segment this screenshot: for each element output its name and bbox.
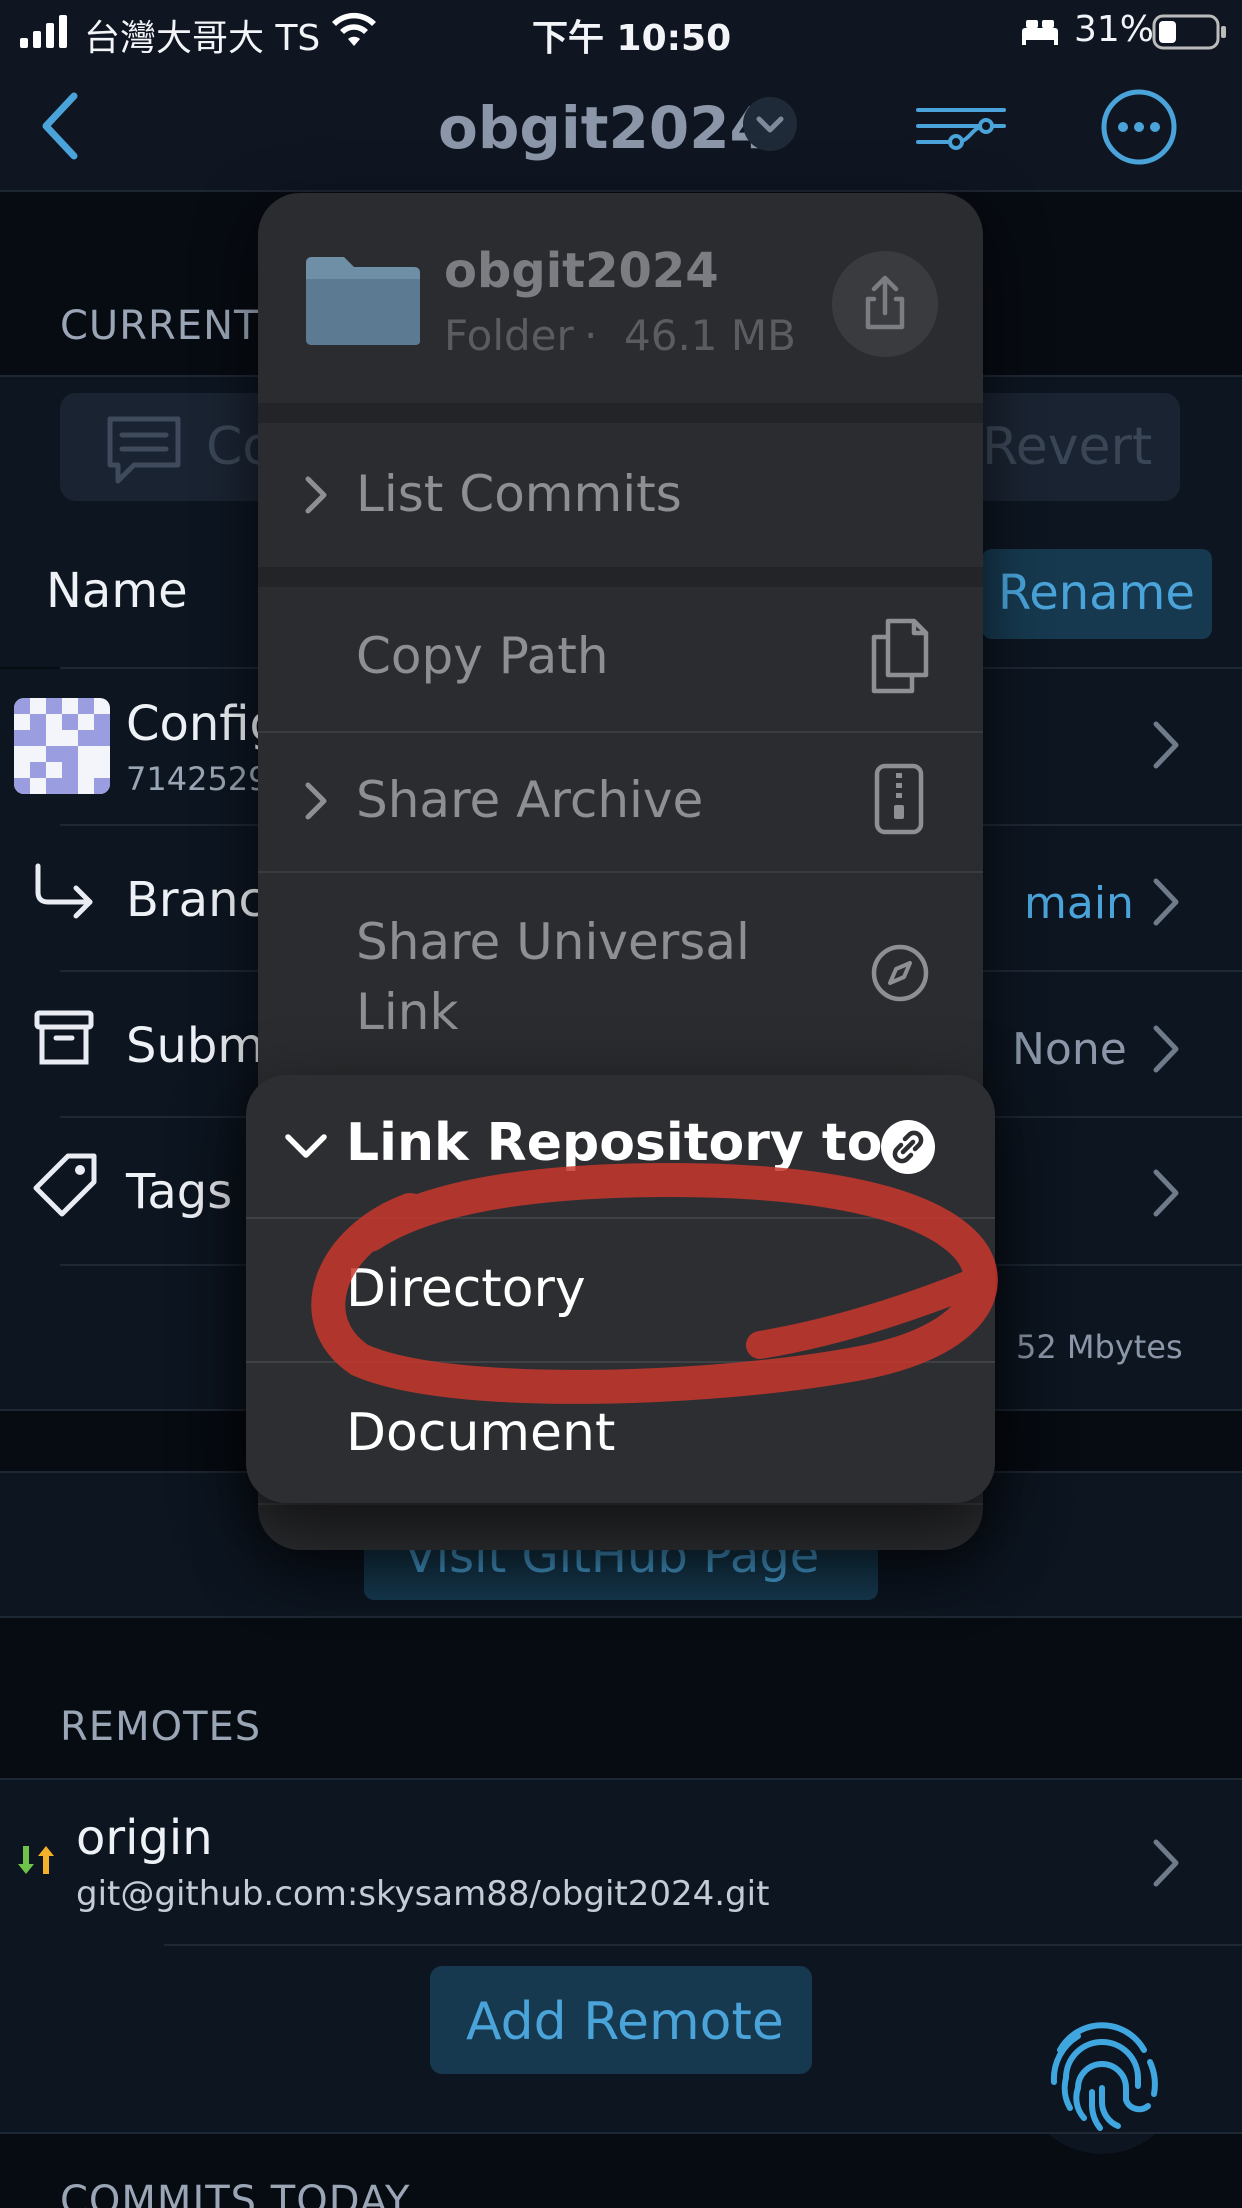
rename-button[interactable]: Rename [982,549,1212,639]
git-graph-icon[interactable] [916,98,1008,158]
submodule-chevron-icon [1152,1024,1180,1078]
branch-icon [32,862,98,926]
chevron-right-icon [304,781,328,825]
signal-icon [20,14,72,52]
tags-chevron-icon [1152,1168,1180,1222]
menu-item-share-universal-link[interactable]: Share Universal Link [258,873,983,1073]
obscured-menu-item [258,1503,983,1505]
fingerprint-button[interactable] [1020,1990,1184,2154]
revert-button[interactable]: Revert [982,417,1152,477]
wifi-icon [330,12,378,52]
commits-today-label: COMMITS TODAY [60,2178,411,2208]
share-button[interactable] [832,251,938,357]
submodule-label[interactable]: Subm [126,1018,264,1074]
menu-item-list-commits[interactable]: List Commits [258,423,983,567]
name-label: Name [46,563,188,619]
annotation-circle [311,1162,998,1404]
branch-value: main [1024,878,1134,929]
avatar [14,698,110,794]
share-icon [865,275,905,330]
carrier-label: 台灣大哥大 TS [84,18,321,59]
chevron-right-icon [304,475,328,519]
remotes-label: REMOTES [60,1704,262,1750]
navigation-bar: obgit2024 [0,64,1242,192]
menu-item-copy-path[interactable]: Copy Path [258,587,983,731]
message-icon [104,413,184,493]
config-sub: 7142529 [126,760,269,798]
size-value: 52 Mbytes [1016,1328,1183,1366]
current-label: CURRENT [60,303,260,349]
chevron-down-icon[interactable] [742,96,798,156]
remote-name[interactable]: origin [76,1810,213,1866]
branch-label[interactable]: Branc [126,872,265,928]
remotes-header: REMOTES [0,1618,1242,1778]
add-remote-button[interactable]: Add Remote [430,1966,812,2074]
remote-url: git@github.com:skysam88/obgit2024.git [76,1874,770,1914]
compass-icon [870,943,930,1007]
branch-chevron-icon [1152,877,1180,931]
menu-header: obgit2024 Folder · 46.1 MB [258,193,983,403]
folder-icon [304,255,422,351]
tags-label[interactable]: Tags [126,1164,232,1220]
zip-archive-icon [874,763,924,839]
remote-chevron-icon [1152,1838,1180,1892]
config-label[interactable]: Config [126,696,280,752]
bed-icon [1020,16,1060,50]
battery-icon [1152,14,1228,54]
status-bar: 台灣大哥大 TS 下午 10:50 31% [0,0,1242,64]
more-options-icon[interactable] [1100,88,1178,170]
copy-doc-icon [870,617,930,699]
menu-folder-size: 46.1 MB [624,311,796,360]
tag-icon [32,1152,98,1222]
nav-title[interactable]: obgit2024 [438,94,770,162]
archive-box-icon [34,1010,94,1070]
sync-arrows-icon [16,1842,58,1882]
back-chevron-icon[interactable] [36,90,84,166]
clock: 下午 10:50 [532,18,732,59]
battery-percent: 31% [1074,9,1155,50]
menu-folder-type: Folder [444,311,574,360]
menu-item-share-archive[interactable]: Share Archive [258,733,983,871]
fingerprint-icon [1050,2022,1158,2131]
submodule-value: None [1012,1024,1127,1075]
config-chevron-icon [1152,720,1180,781]
menu-folder-name: obgit2024 [444,243,719,299]
